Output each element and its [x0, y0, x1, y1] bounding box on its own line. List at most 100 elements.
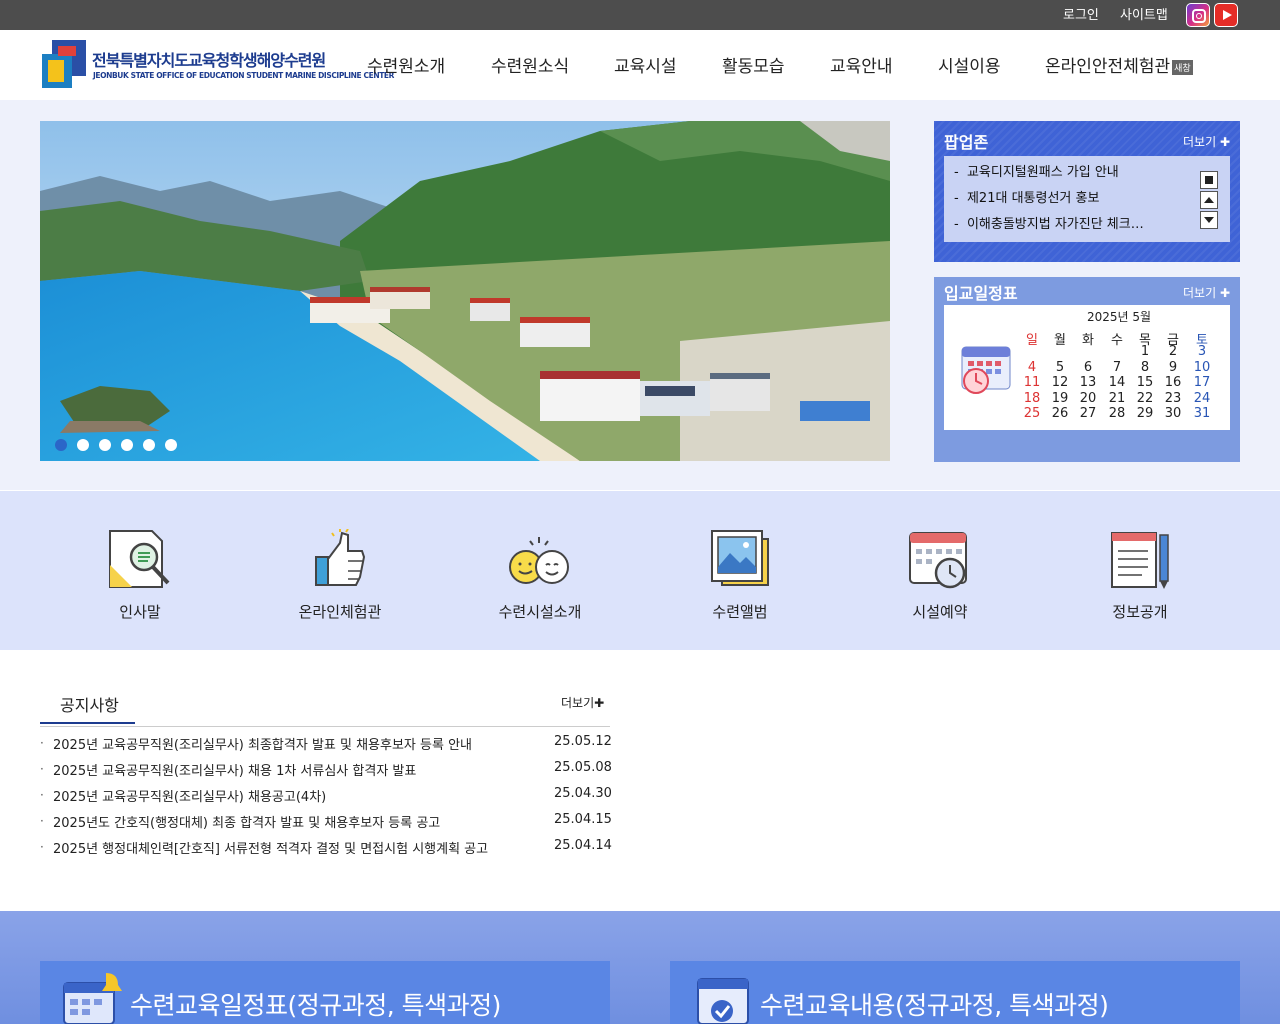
calendar-day[interactable]: 20 — [1074, 391, 1102, 406]
calendar: 2025년 5월 일 월 화 수 목 금 토 1 2 3 4 5 6 7 8 9 10 11 12 13 14 15 16 1… — [944, 305, 1230, 430]
quick-item-online-hall[interactable]: 온라인체험관 — [240, 491, 440, 650]
notice-item-date: 25.05.08 — [554, 760, 612, 775]
bullet-icon: · — [40, 840, 44, 854]
schedule-more-link[interactable]: 더보기 ✚ — [1183, 284, 1230, 301]
nav-item-intro[interactable]: 수련원소개 — [367, 52, 445, 77]
calendar-day[interactable]: 16 — [1159, 375, 1187, 390]
quick-item-facilities[interactable]: 수련시설소개 — [440, 491, 640, 650]
calendar-day[interactable]: 22 — [1131, 391, 1159, 406]
nav-item-facilities[interactable]: 교육시설 — [614, 52, 677, 77]
calendar-day[interactable]: 25 — [1018, 406, 1046, 421]
calendar-day[interactable]: 8 — [1131, 360, 1159, 375]
popup-next-button[interactable] — [1200, 211, 1218, 229]
popup-item[interactable]: - 제21대 대통령선거 홍보 — [954, 187, 1099, 206]
calendar-day[interactable]: 30 — [1159, 406, 1187, 421]
nav-item-news[interactable]: 수련원소식 — [491, 52, 569, 77]
notice-item[interactable]: · 2025년 행정대체인력[간호직] 서류전형 적격자 결정 및 면접시험 시행… — [40, 838, 612, 860]
banner-education-content[interactable]: 수련교육내용(정규과정, 특색과정) — [670, 961, 1240, 1024]
nav-item-label: 온라인안전체험관 — [1045, 57, 1171, 77]
calendar-day[interactable]: 2 — [1159, 344, 1187, 359]
calendar-day[interactable]: 4 — [1018, 360, 1046, 375]
logo-title[interactable]: 전북특별자치도교육청학생해양수련원 — [92, 47, 326, 71]
notepad-icon — [1111, 532, 1169, 589]
calendar-day[interactable]: 10 — [1188, 360, 1216, 375]
slider-dot-3[interactable] — [99, 439, 111, 451]
popup-more-link[interactable]: 더보기 ✚ — [1183, 133, 1230, 150]
calendar-day[interactable]: 12 — [1046, 375, 1074, 390]
calendar-day[interactable]: 13 — [1074, 375, 1102, 390]
slider-dot-1[interactable] — [55, 439, 67, 451]
calendar-day[interactable]: 14 — [1103, 375, 1131, 390]
quick-item-album[interactable]: 수련앨범 — [640, 491, 840, 650]
popup-item[interactable]: - 이해충돌방지법 자가진단 체크리스트 — [954, 213, 1154, 232]
nav-item-facility-use[interactable]: 시설이용 — [938, 52, 1001, 77]
calendar-day[interactable]: 1 — [1131, 344, 1159, 359]
notice-item[interactable]: · 2025년 교육공무직원(조리실무사) 최종합격자 발표 및 채용후보자 등록… — [40, 734, 612, 756]
calendar-day[interactable]: 18 — [1018, 391, 1046, 406]
popup-list: - 교육디지털원패스 가입 안내 - 제21대 대통령선거 홍보 - 이해충돌방… — [944, 156, 1230, 242]
calendar-day[interactable]: 7 — [1103, 360, 1131, 375]
main-slider-image[interactable] — [40, 121, 890, 461]
instagram-icon[interactable] — [1186, 3, 1210, 27]
slider-dot-6[interactable] — [165, 439, 177, 451]
notice-more-link[interactable]: 더보기✚ — [561, 694, 604, 711]
notice-item[interactable]: · 2025년도 간호직(행정대체) 최종 합격자 발표 및 채용후보자 등록 공… — [40, 812, 612, 834]
banner-education-schedule[interactable]: 수련교육일정표(정규과정, 특색과정) — [40, 961, 610, 1024]
slider-dot-5[interactable] — [143, 439, 155, 451]
youtube-icon[interactable] — [1214, 3, 1238, 27]
calendar-day[interactable]: 3 — [1188, 344, 1216, 359]
calendar-day[interactable]: 26 — [1046, 406, 1074, 421]
quick-item-disclosure[interactable]: 정보공개 — [1040, 491, 1240, 650]
more-label: 더보기 — [561, 696, 595, 710]
sitemap-link[interactable]: 사이트맵 — [1120, 4, 1168, 23]
notice-item-title: 2025년 행정대체인력[간호직] 서류전형 적격자 결정 및 면접시험 시행계… — [53, 842, 489, 857]
calendar-day[interactable]: 6 — [1074, 360, 1102, 375]
calendar-day[interactable]: 15 — [1131, 375, 1159, 390]
calendar-day[interactable]: 21 — [1103, 391, 1131, 406]
calendar-day[interactable]: 24 — [1188, 391, 1216, 406]
quick-item-label: 수련시설소개 — [498, 603, 582, 621]
nav-item-education[interactable]: 교육안내 — [830, 52, 893, 77]
admission-schedule: 입교일정표 더보기 ✚ 2025년 5월 일 월 화 수 목 금 토 1 2 3 4 5 6 7 8 9 10 1… — [934, 277, 1240, 462]
more-label: 더보기 — [1182, 135, 1217, 149]
quick-item-label: 온라인체험관 — [298, 603, 382, 621]
calendar-day[interactable]: 5 — [1046, 360, 1074, 375]
notice-item-date: 25.04.15 — [554, 812, 612, 827]
bullet-icon: · — [40, 736, 44, 750]
calendar-day[interactable]: 11 — [1018, 375, 1046, 390]
slider-dot-2[interactable] — [77, 439, 89, 451]
calendar-day[interactable]: 19 — [1046, 391, 1074, 406]
quick-item-greeting[interactable]: 인사말 — [40, 491, 240, 650]
quick-item-label: 시설예약 — [912, 603, 968, 621]
calendar-day[interactable]: 23 — [1159, 391, 1187, 406]
calendar-day[interactable]: 31 — [1188, 406, 1216, 421]
login-link[interactable]: 로그인 — [1063, 4, 1099, 23]
popup-item[interactable]: - 교육디지털원패스 가입 안내 — [954, 161, 1119, 180]
banner-title: 수련교육일정표(정규과정, 특색과정) — [130, 991, 501, 1020]
slider-dot-4[interactable] — [121, 439, 133, 451]
calendar-day[interactable]: 27 — [1074, 406, 1102, 421]
nav-item-online-safety[interactable]: 온라인안전체험관 새창 — [1045, 52, 1193, 77]
notice-tab[interactable]: 공지사항 — [40, 684, 135, 724]
notice-item-title: 2025년도 간호직(행정대체) 최종 합격자 발표 및 채용후보자 등록 공고 — [53, 816, 441, 831]
popup-prev-button[interactable] — [1200, 191, 1218, 209]
calendar-weekday: 화 — [1082, 333, 1094, 348]
quick-item-label: 정보공개 — [1112, 603, 1168, 621]
popup-stop-button[interactable] — [1200, 171, 1218, 189]
calendar-day[interactable]: 17 — [1188, 375, 1216, 390]
logo-subtitle: JEONBUK STATE OFFICE OF EDUCATION STUDEN… — [93, 71, 395, 80]
thumbs-up-icon — [315, 529, 366, 586]
calendar-day[interactable]: 28 — [1103, 406, 1131, 421]
notice-item-date: 25.05.12 — [554, 734, 612, 749]
notice-item[interactable]: · 2025년 교육공무직원(조리실무사) 채용공고(4차) 25.04.30 — [40, 786, 612, 808]
quick-item-label: 수련앨범 — [712, 603, 768, 621]
quick-item-reservation[interactable]: 시설예약 — [840, 491, 1040, 650]
nav-item-activities[interactable]: 활동모습 — [722, 52, 785, 77]
notice-item-title: 2025년 교육공무직원(조리실무사) 채용공고(4차) — [53, 790, 327, 805]
banner-title: 수련교육내용(정규과정, 특색과정) — [760, 991, 1109, 1020]
notice-item[interactable]: · 2025년 교육공무직원(조리실무사) 채용 1차 서류심사 합격자 발표 25… — [40, 760, 612, 782]
calendar-day[interactable]: 9 — [1159, 360, 1187, 375]
logo-icon[interactable] — [42, 40, 88, 88]
calendar-day[interactable]: 29 — [1131, 406, 1159, 421]
calendar-weekday: 수 — [1111, 333, 1123, 348]
